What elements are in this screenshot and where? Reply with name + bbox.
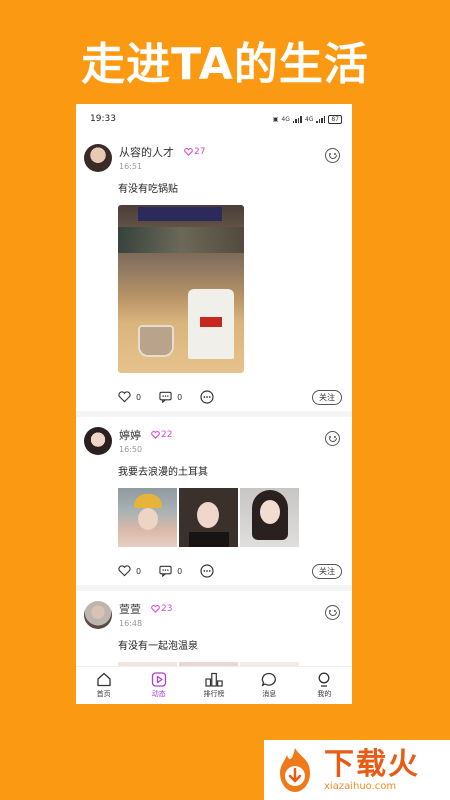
vibrate-icon: ▣ [272,115,279,123]
post-card: 从容的人才 27 16:51 有没有吃锅贴 0 0 关注 [76,134,352,417]
status-time: 19:33 [90,114,116,124]
comment-icon [159,391,172,403]
play-icon [151,672,166,687]
message-icon [261,672,277,687]
follow-button[interactable]: 关注 [312,390,342,405]
post-header: 从容的人才 27 16:51 [84,144,342,172]
more-icon [200,390,214,404]
post-actions: 0 0 关注 [118,383,342,411]
post-photo[interactable] [118,205,244,373]
home-icon [96,672,111,687]
heart-badge-icon [151,605,160,613]
user-name[interactable]: 婷婷 [119,427,141,443]
status-bar: 19:33 ▣ 4G 4G 87 [76,104,352,134]
post-actions: 0 0 关注 [118,557,342,585]
network-label-2: 4G [304,115,314,123]
tab-home[interactable]: 首页 [76,667,131,704]
avatar[interactable] [84,601,112,629]
watermark-name: 下载火 [324,746,420,782]
greet-smile-icon[interactable] [325,148,340,163]
like-button[interactable]: 0 [118,391,141,403]
comment-button[interactable]: 0 [159,565,182,577]
flame-logo-icon [280,748,310,792]
greet-smile-icon[interactable] [325,431,340,446]
user-name[interactable]: 萱萱 [119,601,141,617]
post-text: 有没有一起泡温泉 [118,641,198,652]
watermark-url: xiazaihuo.com [324,780,397,792]
avatar[interactable] [84,144,112,172]
network-label-1: 4G [281,115,290,123]
post-photo[interactable] [240,488,299,547]
post-text: 我要去浪漫的土耳其 [118,467,208,478]
comment-button[interactable]: 0 [159,391,182,403]
follow-button[interactable]: 关注 [312,564,342,579]
heart-icon [118,565,131,577]
post-card: 萱萱 23 16:48 有没有一起泡温泉 [76,591,352,666]
like-button[interactable]: 0 [118,565,141,577]
phone-screen: 19:33 ▣ 4G 4G 87 从容的人才 27 16:51 有没有吃锅贴 0… [76,104,352,704]
heart-badge-icon [184,148,193,156]
fans-count: 23 [151,604,172,614]
signal-icon-2 [316,115,326,123]
post-time: 16:51 [119,162,143,171]
heart-icon [118,391,131,403]
post-card: 婷婷 22 16:50 我要去浪漫的土耳其 0 0 关注 [76,417,352,591]
feed-list[interactable]: 从容的人才 27 16:51 有没有吃锅贴 0 0 关注 婷婷 22 16:50… [76,134,352,666]
avatar[interactable] [84,427,112,455]
fans-count: 27 [184,147,205,157]
tab-profile[interactable]: 我的 [297,667,352,704]
post-time: 16:48 [119,619,143,628]
greet-smile-icon[interactable] [325,605,340,620]
more-icon [200,564,214,578]
profile-icon [318,672,330,687]
tab-messages[interactable]: 消息 [242,667,297,704]
battery-icon: 87 [328,114,342,124]
comment-icon [159,565,172,577]
post-header: 萱萱 23 16:48 [84,601,342,629]
fans-count: 22 [151,430,172,440]
bottom-tab-bar: 首页 动态 排行榜 消息 我的 [76,666,352,704]
tab-moments[interactable]: 动态 [131,667,186,704]
status-icons: ▣ 4G 4G 87 [272,114,342,124]
heart-badge-icon [151,431,160,439]
rank-icon [205,672,223,687]
post-photos [118,488,342,547]
user-name[interactable]: 从容的人才 [119,144,174,160]
site-watermark: 下载火 xiazaihuo.com [264,740,450,800]
tab-ranking[interactable]: 排行榜 [186,667,241,704]
post-header: 婷婷 22 16:50 [84,427,342,455]
more-button[interactable] [200,564,214,578]
promo-title: 走进TA的生活 [81,39,369,90]
post-photo[interactable] [179,488,238,547]
signal-icon [292,115,302,123]
post-photo[interactable] [118,488,177,547]
post-text: 有没有吃锅贴 [118,184,178,195]
more-button[interactable] [200,390,214,404]
post-time: 16:50 [119,445,143,454]
